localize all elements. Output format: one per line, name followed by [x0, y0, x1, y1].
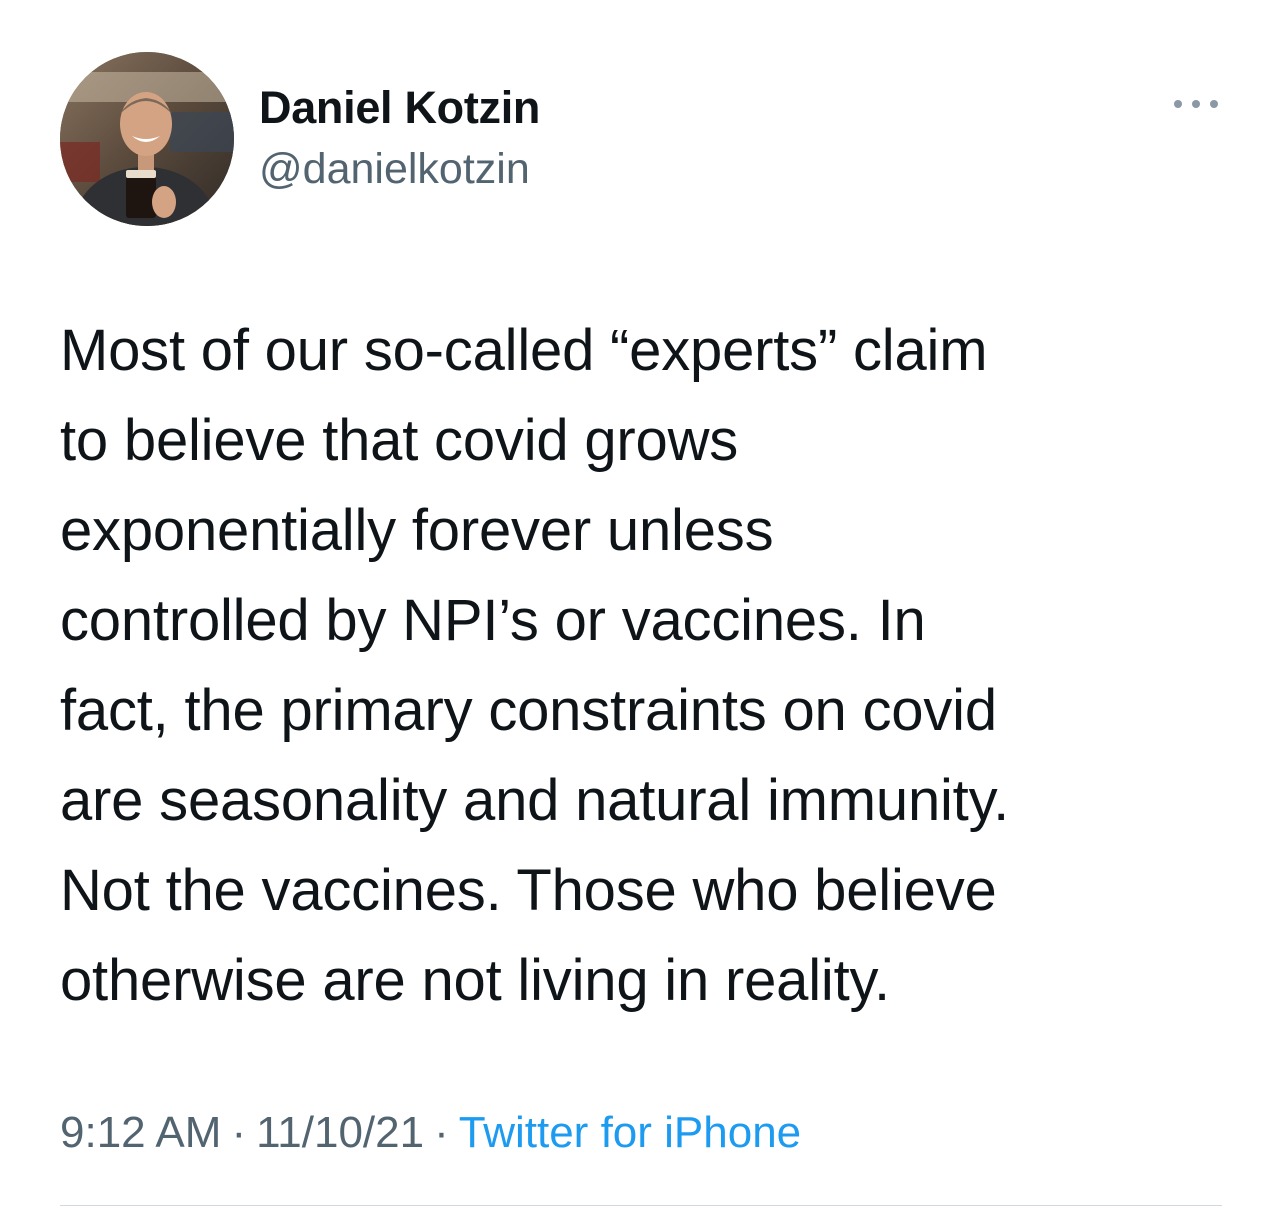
tweet-card: Daniel Kotzin @danielkotzin Most of our …	[0, 0, 1282, 1216]
profile-photo-icon	[60, 52, 234, 226]
tweet-date[interactable]: 11/10/21	[256, 1108, 424, 1157]
tweet-source-link[interactable]: Twitter for iPhone	[459, 1108, 801, 1157]
tweet-text-line: fact, the primary constraints on covid	[60, 678, 997, 743]
author-name[interactable]: Daniel Kotzin	[259, 82, 540, 134]
tweet-text-line: controlled by NPI’s or vaccines. In	[60, 588, 926, 653]
tweet-text-line: are seasonality and natural immunity.	[60, 768, 1010, 833]
more-horizontal-icon	[1174, 100, 1218, 108]
divider	[60, 1205, 1222, 1206]
tweet-time[interactable]: 9:12 AM	[60, 1108, 221, 1157]
more-options-button[interactable]	[1168, 90, 1224, 118]
author-avatar[interactable]	[60, 52, 234, 226]
tweet-text-line: Most of our so-called “experts” claim	[60, 318, 988, 383]
meta-separator: ·	[231, 1108, 247, 1157]
tweet-text-line: exponentially forever unless	[60, 498, 774, 563]
author-handle[interactable]: @danielkotzin	[259, 145, 530, 194]
tweet-text-line: Not the vaccines. Those who believe	[60, 858, 997, 923]
tweet-metadata: 9:12 AM · 11/10/21 · Twitter for iPhone	[60, 1108, 801, 1158]
meta-separator: ·	[434, 1108, 449, 1157]
tweet-text-line: to believe that covid grows	[60, 408, 739, 473]
tweet-text: Most of our so-called “experts” claim to…	[60, 306, 1240, 1026]
tweet-text-line: otherwise are not living in reality.	[60, 948, 890, 1013]
